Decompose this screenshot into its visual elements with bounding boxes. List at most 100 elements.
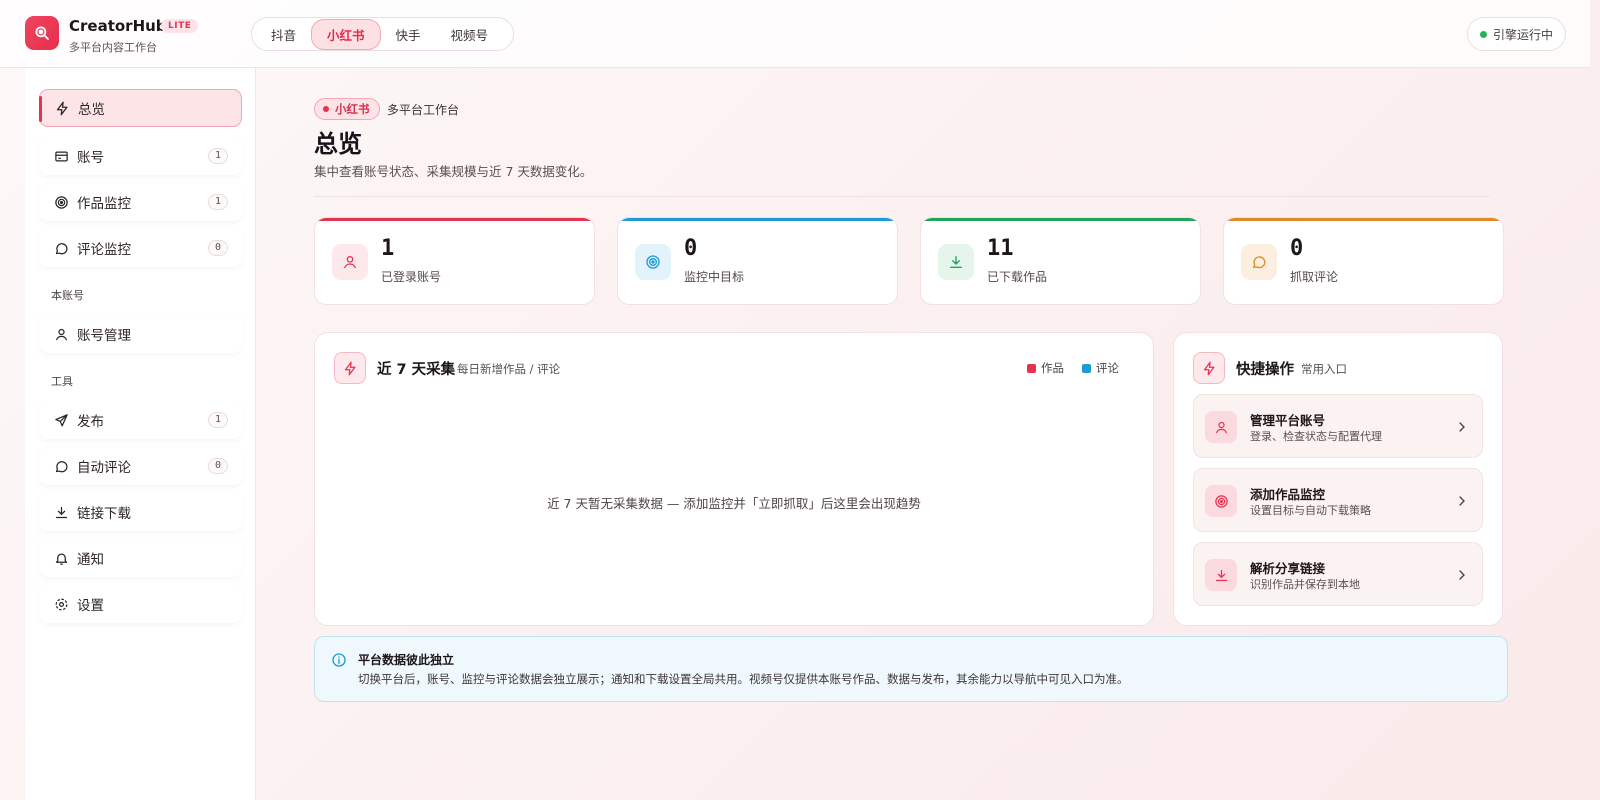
sidebar-section-account: 本账号 bbox=[51, 289, 84, 302]
quick-action-parse-link[interactable]: 解析分享链接 识别作品并保存到本地 bbox=[1193, 542, 1483, 606]
info-notice: 平台数据彼此独立 切换平台后，账号、监控与评论数据会独立展示；通知和下载设置全局… bbox=[314, 636, 1508, 702]
platform-badge: 小红书 bbox=[314, 98, 380, 120]
stat-value: 11 bbox=[987, 236, 1014, 261]
sidebar-item-auto-comment[interactable]: 自动评论 0 bbox=[39, 447, 242, 485]
quick-panel-subtitle: 常用入口 bbox=[1301, 362, 1347, 376]
quick-action-desc: 识别作品并保存到本地 bbox=[1250, 578, 1360, 591]
sidebar-item-label: 作品监控 bbox=[77, 196, 131, 212]
sidebar-item-accounts[interactable]: 账号 1 bbox=[39, 137, 242, 175]
quick-action-title: 添加作品监控 bbox=[1250, 487, 1326, 502]
count-badge: 0 bbox=[207, 240, 228, 256]
target-icon bbox=[1205, 485, 1237, 517]
quick-action-desc: 设置目标与自动下载策略 bbox=[1250, 504, 1371, 517]
stat-value: 0 bbox=[684, 236, 698, 261]
stat-card-fetched-comments: 0 抓取评论 bbox=[1223, 217, 1504, 305]
app-name: CreatorHub bbox=[69, 17, 167, 35]
stat-value: 1 bbox=[381, 236, 395, 261]
top-header: CreatorHub LITE 多平台内容工作台 抖音 小红书 快手 视频号 引… bbox=[0, 0, 1590, 68]
target-icon bbox=[53, 194, 69, 210]
bolt-icon bbox=[334, 352, 366, 384]
search-logo-icon bbox=[35, 26, 49, 40]
comment-icon bbox=[53, 240, 69, 256]
sidebar-item-settings[interactable]: 设置 bbox=[39, 585, 242, 623]
quick-action-add-monitor[interactable]: 添加作品监控 设置目标与自动下载策略 bbox=[1193, 468, 1483, 532]
sidebar-item-label: 总览 bbox=[78, 102, 105, 118]
stat-card-downloaded-works: 11 已下载作品 bbox=[920, 217, 1201, 305]
stat-label: 监控中目标 bbox=[684, 270, 745, 284]
breadcrumb: 多平台工作台 bbox=[387, 103, 460, 117]
download-icon bbox=[53, 504, 69, 520]
notice-title: 平台数据彼此独立 bbox=[358, 653, 455, 667]
stat-accent-bar bbox=[921, 218, 1200, 221]
sidebar-item-label: 发布 bbox=[77, 414, 104, 430]
sidebar-item-label: 通知 bbox=[77, 552, 104, 568]
download-icon bbox=[938, 244, 974, 280]
chevron-right-icon bbox=[1459, 496, 1465, 506]
sidebar-item-label: 链接下载 bbox=[77, 506, 131, 522]
comment-icon bbox=[53, 458, 69, 474]
info-icon bbox=[332, 653, 346, 667]
engine-status-pill[interactable]: 引擎运行中 bbox=[1467, 17, 1567, 51]
legend-item-comments[interactable]: 评论 bbox=[1082, 360, 1119, 376]
tab-xiaohongshu[interactable]: 小红书 bbox=[311, 18, 381, 50]
stat-label: 抓取评论 bbox=[1290, 270, 1339, 284]
stat-card-logged-accounts: 1 已登录账号 bbox=[314, 217, 595, 305]
count-badge: 1 bbox=[207, 148, 228, 164]
count-badge: 0 bbox=[207, 458, 228, 474]
stat-card-monitored-targets: 0 监控中目标 bbox=[617, 217, 898, 305]
comment-icon bbox=[1241, 244, 1277, 280]
trend-panel-title: 近 7 天采集 bbox=[377, 362, 456, 378]
chevron-right-icon bbox=[1459, 570, 1465, 580]
platform-switcher: 抖音 小红书 快手 视频号 bbox=[251, 17, 514, 51]
sidebar-item-link-download[interactable]: 链接下载 bbox=[39, 493, 242, 531]
quick-actions-panel: 快捷操作 常用入口 管理平台账号 登录、检查状态与配置代理 添加作品监控 设置目… bbox=[1173, 332, 1503, 626]
app-subtitle: 多平台内容工作台 bbox=[69, 41, 157, 54]
legend-item-works[interactable]: 作品 bbox=[1027, 360, 1064, 376]
gear-icon bbox=[53, 596, 69, 612]
sidebar-item-notifications[interactable]: 通知 bbox=[39, 539, 242, 577]
quick-action-title: 解析分享链接 bbox=[1250, 561, 1326, 576]
count-badge: 1 bbox=[207, 412, 228, 428]
legend-swatch bbox=[1082, 363, 1091, 373]
sidebar-item-account-manage[interactable]: 账号管理 bbox=[39, 315, 242, 353]
app-edition-badge: LITE bbox=[161, 19, 199, 33]
quick-panel-title: 快捷操作 bbox=[1236, 362, 1294, 378]
header-divider bbox=[314, 196, 1490, 197]
sidebar-section-tools: 工具 bbox=[51, 375, 73, 388]
main-content: 小红书 多平台工作台 总览 集中查看账号状态、采集规模与近 7 天数据变化。 1… bbox=[256, 68, 1590, 800]
stat-accent-bar bbox=[1224, 218, 1503, 221]
quick-action-manage-accounts[interactable]: 管理平台账号 登录、检查状态与配置代理 bbox=[1193, 394, 1483, 458]
platform-badge-label: 小红书 bbox=[335, 102, 370, 116]
page-description: 集中查看账号状态、采集规模与近 7 天数据变化。 bbox=[314, 164, 593, 179]
badge-dot-icon bbox=[323, 106, 329, 112]
trend-empty-message: 近 7 天暂无采集数据 — 添加监控并「立即抓取」后这里会出现趋势 bbox=[547, 496, 921, 511]
download-icon bbox=[1205, 559, 1237, 591]
sidebar-item-work-monitor[interactable]: 作品监控 1 bbox=[39, 183, 242, 221]
bell-icon bbox=[53, 550, 69, 566]
quick-action-desc: 登录、检查状态与配置代理 bbox=[1250, 430, 1382, 443]
stat-accent-bar bbox=[315, 218, 594, 221]
user-icon bbox=[53, 326, 69, 342]
sidebar-item-label: 设置 bbox=[77, 598, 104, 614]
legend-label: 作品 bbox=[1041, 361, 1064, 375]
bolt-icon bbox=[54, 100, 70, 116]
user-icon bbox=[1205, 411, 1237, 443]
sidebar-item-comment-monitor[interactable]: 评论监控 0 bbox=[39, 229, 242, 267]
sidebar-item-overview[interactable]: 总览 bbox=[39, 89, 242, 127]
chevron-right-icon bbox=[1459, 422, 1465, 432]
quick-action-title: 管理平台账号 bbox=[1250, 413, 1326, 428]
target-icon bbox=[635, 244, 671, 280]
sidebar-item-label: 账号 bbox=[77, 150, 104, 166]
tab-kuaishou[interactable]: 快手 bbox=[381, 20, 436, 49]
stat-accent-bar bbox=[618, 218, 897, 221]
tab-shipinhao[interactable]: 视频号 bbox=[436, 20, 504, 49]
trend-panel: 近 7 天采集 每日新增作品 / 评论 作品 评论 近 7 天暂无采集数据 — … bbox=[314, 332, 1154, 626]
sidebar-item-publish[interactable]: 发布 1 bbox=[39, 401, 242, 439]
tab-douyin[interactable]: 抖音 bbox=[256, 20, 311, 49]
send-icon bbox=[53, 412, 69, 428]
sidebar-item-label: 账号管理 bbox=[77, 328, 131, 344]
stat-label: 已登录账号 bbox=[381, 270, 442, 284]
sidebar: 总览 账号 1 作品监控 1 评论监控 0 本账号 账号管理 工具 发布 1 自… bbox=[25, 68, 256, 800]
page-title: 总览 bbox=[314, 130, 362, 158]
stat-value: 0 bbox=[1290, 236, 1304, 261]
